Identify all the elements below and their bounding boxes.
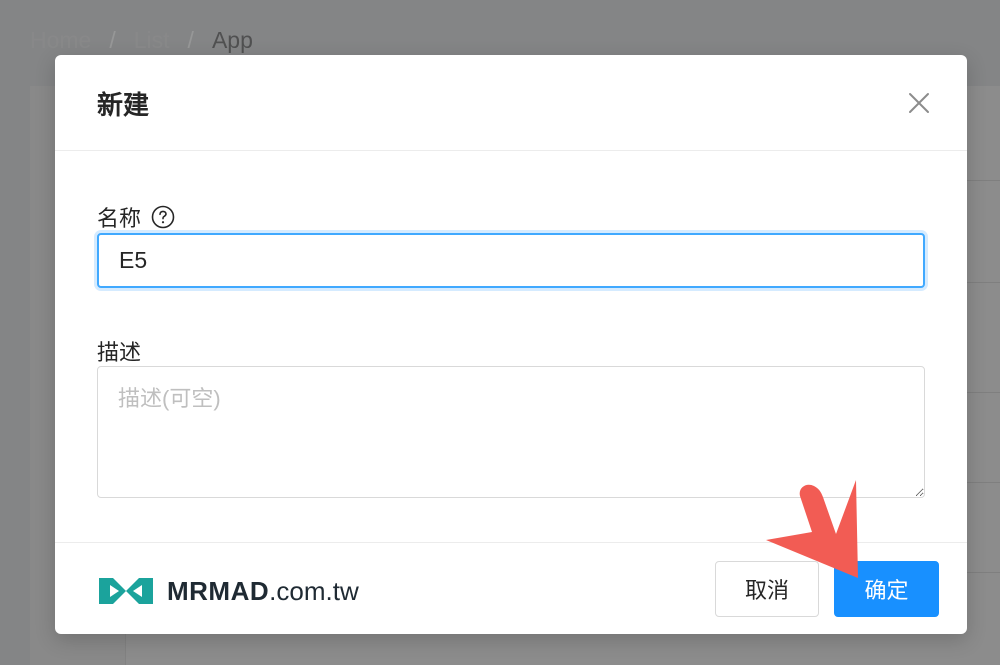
breadcrumb: Home / List / App: [30, 26, 253, 54]
name-label-text: 名称: [97, 206, 142, 231]
modal-header: 新建: [55, 55, 967, 151]
breadcrumb-separator: /: [109, 26, 116, 53]
modal-title: 新建: [97, 90, 150, 120]
create-modal: 新建 名称 描述: [55, 55, 967, 634]
brand-text: MRMAD.com.tw: [167, 576, 359, 607]
mrmad-logo-icon: [97, 574, 155, 608]
close-button[interactable]: [907, 91, 931, 115]
brand-text-strong: MRMAD: [167, 575, 270, 606]
question-circle-icon[interactable]: [151, 205, 175, 229]
brand-watermark: MRMAD.com.tw: [97, 573, 359, 609]
modal-footer: MRMAD.com.tw 取消 确定: [55, 542, 967, 634]
breadcrumb-separator: /: [187, 26, 194, 53]
desc-label: 描述: [97, 335, 141, 367]
desc-label-text: 描述: [97, 340, 142, 365]
cancel-button[interactable]: 取消: [715, 561, 819, 617]
breadcrumb-current: App: [211, 26, 253, 53]
close-icon: [907, 91, 931, 115]
breadcrumb-home[interactable]: Home: [30, 27, 91, 54]
ok-button[interactable]: 确定: [834, 561, 939, 617]
name-label: 名称: [97, 201, 175, 233]
description-textarea[interactable]: [97, 366, 925, 498]
breadcrumb-list[interactable]: List: [134, 27, 170, 54]
brand-text-domain: .com.tw: [269, 575, 359, 606]
name-input[interactable]: [97, 233, 925, 288]
